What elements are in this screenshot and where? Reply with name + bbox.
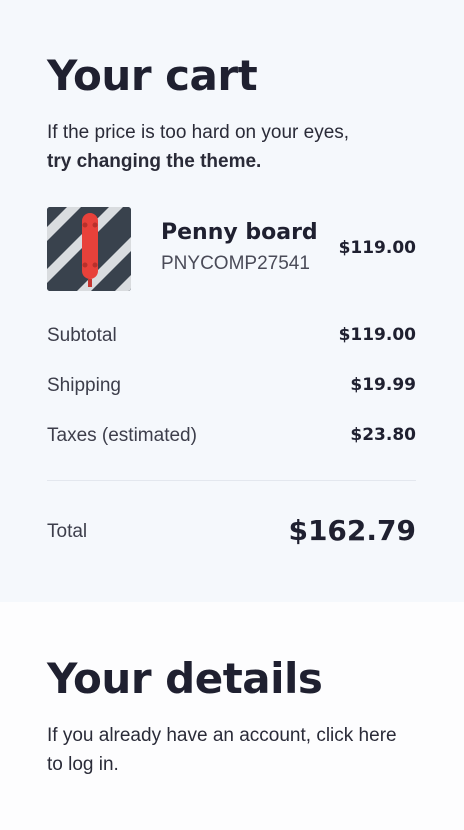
- total-value: $162.79: [288, 514, 416, 547]
- login-prompt[interactable]: If you already have an account, click he…: [47, 721, 407, 779]
- product-sku: PNYCOMP27541: [161, 253, 310, 274]
- product-name: Penny board: [161, 220, 318, 245]
- change-theme-link[interactable]: try changing the theme.: [47, 151, 261, 172]
- taxes-value: $23.80: [350, 425, 416, 445]
- summary-divider: [47, 480, 416, 481]
- cart-intro: If the price is too hard on your eyes, t…: [47, 118, 427, 176]
- total-label: Total: [47, 521, 88, 542]
- shipping-label: Shipping: [47, 375, 121, 396]
- taxes-label: Taxes (estimated): [47, 425, 197, 446]
- cart-section: Your cart If the price is too hard on yo…: [0, 0, 464, 602]
- product-price: $119.00: [338, 238, 416, 258]
- cart-intro-text: If the price is too hard on your eyes,: [47, 122, 350, 143]
- details-section: Your details If you already have an acco…: [0, 602, 464, 830]
- shipping-value: $19.99: [350, 375, 416, 395]
- cart-title: Your cart: [47, 51, 258, 100]
- skateboard-image: [47, 207, 131, 291]
- subtotal-value: $119.00: [338, 325, 416, 345]
- details-title: Your details: [47, 654, 323, 703]
- product-image: [47, 207, 131, 291]
- subtotal-label: Subtotal: [47, 325, 117, 346]
